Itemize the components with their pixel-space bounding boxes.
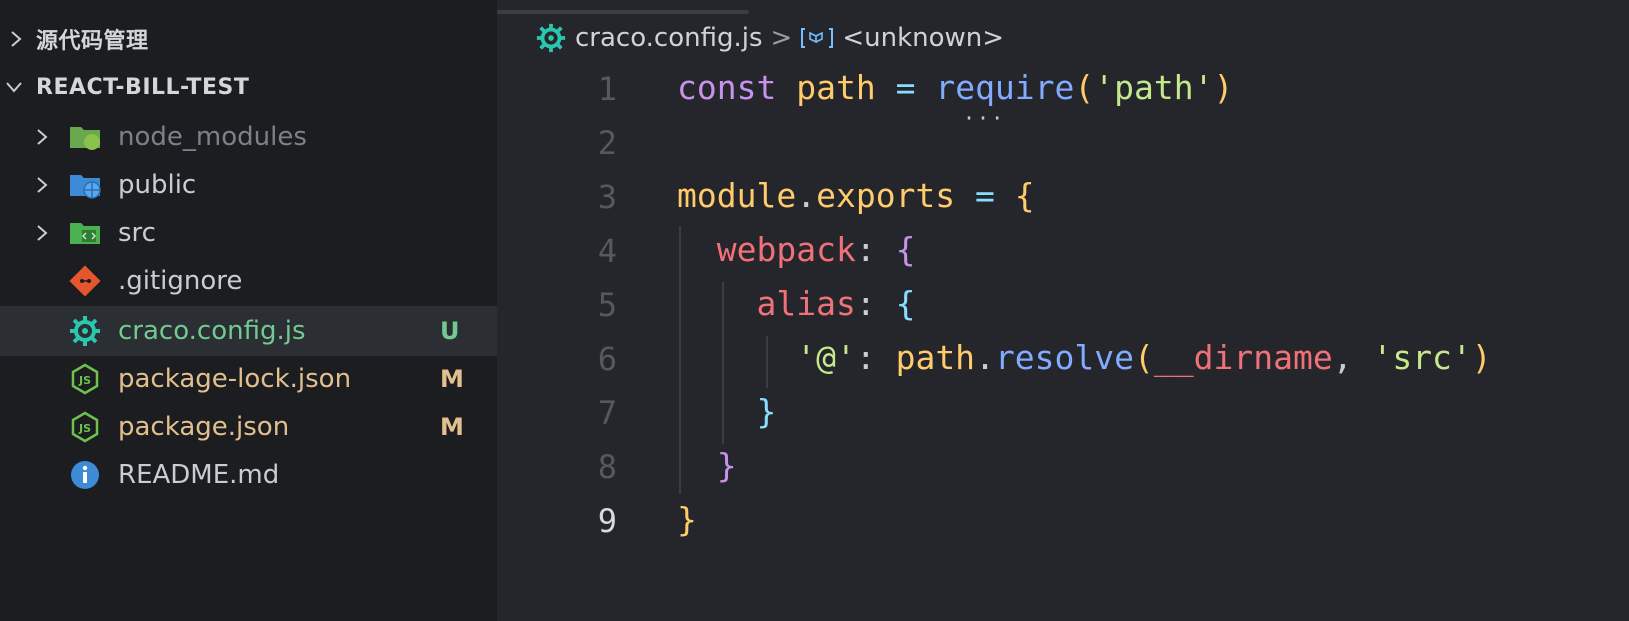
- token-dot: .: [796, 176, 817, 215]
- tree-item-craco-config[interactable]: craco.config.js U: [0, 306, 497, 356]
- git-status-badge: M: [440, 413, 464, 441]
- tree-item-label: .gitignore: [118, 266, 243, 296]
- token-brace: {: [895, 230, 916, 269]
- tree-item-label: README.md: [118, 460, 280, 490]
- chevron-right-icon: [6, 29, 26, 49]
- tree-item-label: package.json: [118, 412, 290, 442]
- tree-item-node-modules[interactable]: node_modules: [0, 112, 497, 162]
- folder-public-icon: [68, 168, 102, 202]
- tree-item-label: craco.config.js: [118, 316, 306, 346]
- token-comma: ,: [1332, 338, 1353, 377]
- token-colon: :: [855, 338, 876, 377]
- token-colon: :: [855, 284, 876, 323]
- token-variable: path: [796, 68, 876, 107]
- token-param: __dirname: [1153, 338, 1333, 377]
- line-number-active: 9: [597, 502, 617, 540]
- token-string-key: '@': [796, 338, 856, 377]
- line-number: 7: [597, 394, 617, 432]
- section-title: 源代码管理: [36, 29, 149, 54]
- tree-item-package-json[interactable]: JS package.json M: [0, 402, 497, 452]
- line-number: 5: [597, 286, 617, 324]
- folder-src-icon: [68, 216, 102, 250]
- git-status-badge: U: [440, 317, 460, 345]
- token-dot: .: [975, 338, 995, 377]
- symbol-variable-icon: [800, 26, 834, 50]
- chevron-right-icon: [32, 175, 52, 195]
- code-line-7[interactable]: }: [677, 392, 776, 431]
- explorer-sidebar: 源代码管理 REACT-BILL-TEST node_modules publi…: [0, 0, 497, 621]
- code-line-1[interactable]: const path = require('path'): [677, 68, 1233, 107]
- project-section[interactable]: REACT-BILL-TEST: [0, 62, 497, 112]
- token-brace: {: [1014, 176, 1035, 215]
- tab-scroll-indicator: [497, 10, 749, 14]
- token-property: webpack: [716, 230, 856, 269]
- svg-text:JS: JS: [78, 422, 91, 435]
- tree-item-label: package-lock.json: [118, 364, 352, 394]
- source-control-section[interactable]: 源代码管理: [0, 14, 497, 64]
- code-line-9[interactable]: }: [677, 500, 697, 539]
- breadcrumb-symbol[interactable]: <unknown>: [842, 23, 1004, 53]
- token-paren: (: [1134, 338, 1154, 377]
- token-brace: }: [756, 392, 777, 431]
- line-number: 1: [597, 70, 617, 108]
- tree-item-label: src: [118, 218, 156, 248]
- code-line-4[interactable]: webpack: {: [677, 230, 916, 269]
- info-icon: [68, 458, 102, 492]
- token-brace: {: [895, 284, 916, 323]
- project-title: REACT-BILL-TEST: [36, 74, 250, 100]
- tree-item-label: public: [118, 170, 197, 200]
- token-paren: ): [1213, 68, 1234, 107]
- token-paren: ): [1471, 338, 1492, 377]
- token-operator: =: [975, 176, 995, 215]
- gear-icon: [535, 22, 567, 54]
- line-number: 3: [597, 178, 617, 216]
- svg-text:JS: JS: [78, 374, 91, 387]
- folder-node-icon: [68, 120, 102, 154]
- code-line-3[interactable]: module.exports = {: [677, 176, 1035, 215]
- chevron-right-icon: [32, 223, 52, 243]
- hint-dots: ···: [963, 106, 1006, 130]
- tree-item-public[interactable]: public: [0, 160, 497, 210]
- gear-icon: [68, 314, 102, 348]
- token-colon: :: [855, 230, 876, 269]
- nodejs-icon: JS: [68, 362, 102, 396]
- token-string: 'src': [1372, 338, 1472, 377]
- git-status-badge: M: [440, 365, 464, 393]
- token-operator: =: [895, 68, 916, 107]
- token-brace: }: [716, 446, 737, 485]
- nodejs-icon: JS: [68, 410, 102, 444]
- token-property: exports: [816, 176, 956, 215]
- line-number: 4: [597, 232, 617, 270]
- breadcrumb: craco.config.js > <unknown>: [535, 18, 1004, 58]
- tree-item-readme[interactable]: README.md: [0, 450, 497, 500]
- token-string: 'path': [1094, 68, 1214, 107]
- line-number: 8: [597, 448, 617, 486]
- code-line-5[interactable]: alias: {: [677, 284, 915, 323]
- tree-item-label: node_modules: [118, 122, 307, 152]
- tree-item-src[interactable]: src: [0, 208, 497, 258]
- tree-item-gitignore[interactable]: .gitignore: [0, 256, 497, 306]
- line-number: 6: [597, 340, 617, 378]
- breadcrumb-file[interactable]: craco.config.js: [575, 23, 763, 53]
- token-property: alias: [756, 284, 856, 323]
- token-function: resolve: [994, 338, 1135, 377]
- token-brace: }: [677, 500, 697, 539]
- token-variable: module: [677, 176, 797, 215]
- code-line-6[interactable]: '@': path.resolve(__dirname, 'src'): [677, 338, 1492, 377]
- chevron-down-icon: [4, 77, 24, 97]
- code-line-8[interactable]: }: [677, 446, 737, 485]
- git-icon: [68, 264, 102, 298]
- breadcrumb-separator: >: [770, 23, 793, 53]
- token-keyword: const: [677, 68, 777, 107]
- token-function: require: [935, 68, 1075, 107]
- token-variable: path: [895, 338, 976, 377]
- tree-item-package-lock[interactable]: JS package-lock.json M: [0, 354, 497, 404]
- token-paren: (: [1074, 68, 1095, 107]
- chevron-right-icon: [32, 127, 52, 147]
- line-number: 2: [597, 124, 617, 162]
